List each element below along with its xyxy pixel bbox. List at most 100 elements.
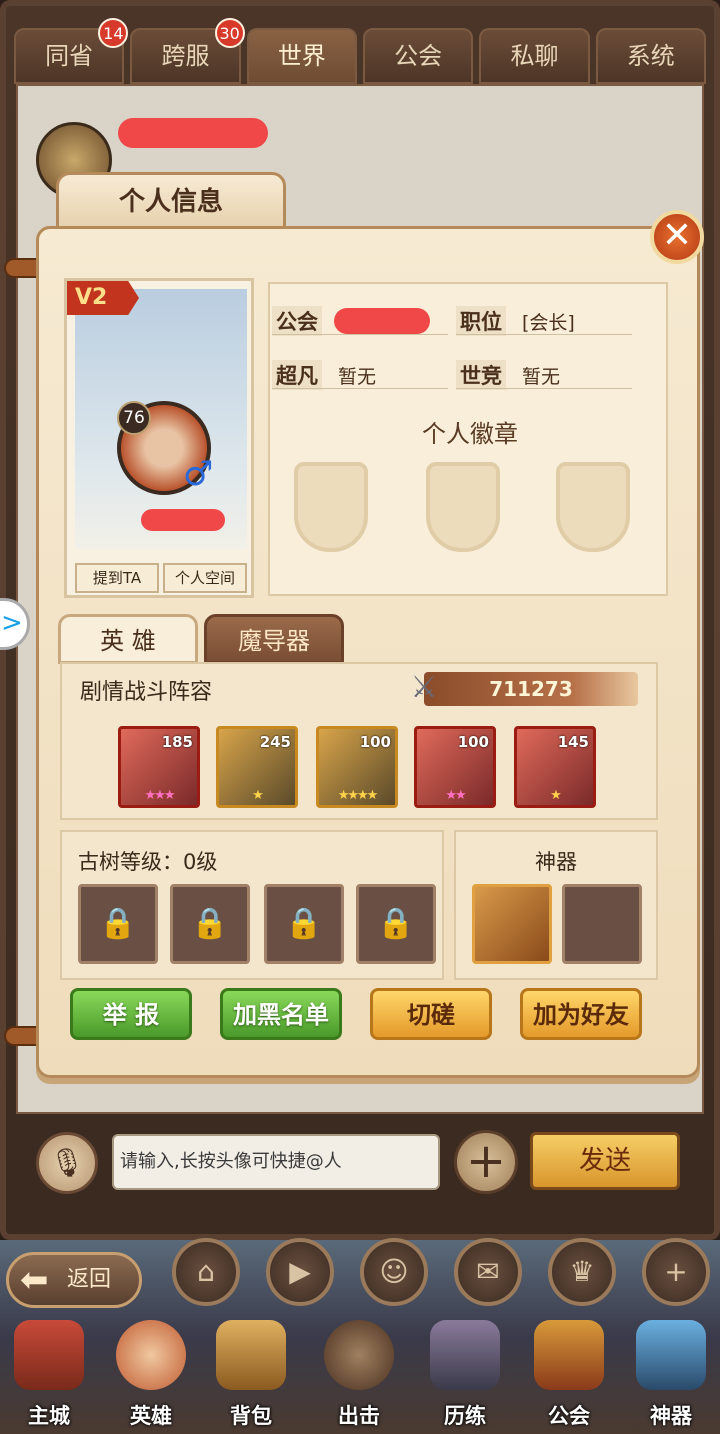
info-panel: 公会 职位 [会长] 超凡 暂无 世竞 暂无 个人徽章 xyxy=(268,282,668,596)
guild-label: 公会 xyxy=(272,306,322,336)
personal-space-button[interactable]: 个人空间 xyxy=(163,563,247,593)
nav-battle[interactable]: 出击 xyxy=(314,1320,404,1430)
locked-slot[interactable]: 🔒 xyxy=(78,884,158,964)
chaofan-value: 暂无 xyxy=(338,366,377,388)
report-button[interactable]: 举 报 xyxy=(70,988,192,1040)
nav-label: 主城 xyxy=(28,1404,70,1428)
artifact-crystal-icon xyxy=(636,1320,706,1390)
player-level: 76 xyxy=(117,401,151,435)
tab-label: 系统 xyxy=(626,42,675,70)
tab-world[interactable]: 世界 xyxy=(246,28,357,84)
position-label: 职位 xyxy=(456,306,506,336)
hero-slot[interactable]: 185 ★★★ xyxy=(118,726,200,808)
plus-icon[interactable]: + xyxy=(454,1130,518,1194)
artifact-title: 神器 xyxy=(535,850,577,874)
video-icon[interactable]: ▶ xyxy=(266,1238,334,1306)
divider xyxy=(272,334,448,335)
friends-icon[interactable]: ☺ xyxy=(360,1238,428,1306)
mention-button[interactable]: 提到TA xyxy=(75,563,159,593)
lock-icon: 🔒 xyxy=(99,906,137,941)
shijing-label: 世竞 xyxy=(456,360,506,390)
hero-level: 185 xyxy=(161,733,193,751)
hero-level: 100 xyxy=(457,733,489,751)
tab-label: 同省 xyxy=(45,42,94,70)
hero-slot[interactable]: 100 ★★ xyxy=(414,726,496,808)
nav-training[interactable]: 历练 xyxy=(420,1320,510,1430)
lineup-title: 剧情战斗阵容 xyxy=(80,680,213,705)
nav-label: 公会 xyxy=(548,1404,590,1428)
guild-shield-icon xyxy=(534,1320,604,1390)
nav-label: 背包 xyxy=(230,1404,272,1428)
combat-power: 711273 xyxy=(424,672,638,706)
unread-badge: 30 xyxy=(214,18,245,48)
send-button[interactable]: 发送 xyxy=(530,1132,680,1190)
locked-slot[interactable]: 🔒 xyxy=(356,884,436,964)
hero-stars: ★★ xyxy=(445,788,466,803)
redacted-name xyxy=(118,118,268,148)
empty-badge-icon xyxy=(426,462,500,552)
tab-cross-server[interactable]: 跨服 30 xyxy=(130,18,245,84)
lock-icon: 🔒 xyxy=(191,906,229,941)
hero-icon xyxy=(116,1320,186,1390)
badge-section-title: 个人徽章 xyxy=(422,420,518,448)
chat-input[interactable]: 请输入,长按头像可快捷@人 xyxy=(112,1134,440,1190)
nav-bag[interactable]: 背包 xyxy=(206,1320,296,1430)
blacklist-button[interactable]: 加黑名单 xyxy=(220,988,342,1040)
tab-label: 世界 xyxy=(277,42,326,70)
tab-province[interactable]: 同省 14 xyxy=(14,18,129,84)
hero-level: 245 xyxy=(259,733,291,751)
nav-label: 历练 xyxy=(444,1404,486,1428)
tab-magic-device[interactable]: 魔导器 xyxy=(204,614,344,664)
hero-stars: ★★★ xyxy=(144,788,176,803)
bag-icon xyxy=(216,1320,286,1390)
trophy-icon[interactable]: ♛ xyxy=(548,1238,616,1306)
locked-slot[interactable]: 🔒 xyxy=(170,884,250,964)
hero-stars: ★ xyxy=(550,788,562,803)
male-icon: ♂ xyxy=(183,454,214,494)
tab-heroes[interactable]: 英 雄 xyxy=(58,614,198,664)
duel-button[interactable]: 切磋 xyxy=(370,988,492,1040)
tab-label: 私聊 xyxy=(510,42,559,70)
nav-label: 出击 xyxy=(338,1404,380,1428)
redacted-guild xyxy=(334,308,430,334)
microphone-icon[interactable]: 🎙 xyxy=(36,1132,98,1194)
close-button[interactable]: ✕ xyxy=(650,210,704,264)
tree-level: 古树等级：0级 xyxy=(78,850,218,874)
redacted-player-name xyxy=(141,509,225,531)
hammer-artifact-icon[interactable] xyxy=(472,884,552,964)
add-friend-button[interactable]: 加为好友 xyxy=(520,988,642,1040)
empty-artifact-slot[interactable] xyxy=(562,884,642,964)
divider xyxy=(456,388,632,389)
plus-menu-icon[interactable]: + xyxy=(642,1238,710,1306)
nav-guild[interactable]: 公会 xyxy=(524,1320,614,1430)
home-icon[interactable]: ⌂ xyxy=(172,1238,240,1306)
nav-label: 神器 xyxy=(650,1404,692,1428)
chat-tabs: 同省 14 跨服 30 世界 公会 私聊 系统 xyxy=(14,18,706,84)
hero-slot[interactable]: 100 ★★★★ xyxy=(316,726,398,808)
hero-level: 145 xyxy=(557,733,589,751)
hero-level: 100 xyxy=(359,733,391,751)
hero-slot[interactable]: 145 ★ xyxy=(514,726,596,808)
shijing-value: 暂无 xyxy=(522,366,561,388)
tab-system[interactable]: 系统 xyxy=(595,28,706,84)
hero-stars: ★ xyxy=(252,788,264,803)
locked-slot[interactable]: 🔒 xyxy=(264,884,344,964)
nav-label: 英雄 xyxy=(130,1404,172,1428)
battle-swords-icon xyxy=(324,1320,394,1390)
hero-slot[interactable]: 245 ★ xyxy=(216,726,298,808)
unread-badge: 14 xyxy=(98,18,129,48)
mail-icon[interactable]: ✉ xyxy=(454,1238,522,1306)
tab-guild[interactable]: 公会 xyxy=(362,28,474,84)
position-value: [会长] xyxy=(522,312,575,334)
lock-icon: 🔒 xyxy=(285,906,323,941)
hero-stars: ★★★★ xyxy=(337,788,379,803)
tab-private[interactable]: 私聊 xyxy=(479,28,590,84)
empty-badge-icon xyxy=(556,462,630,552)
nav-heroes[interactable]: 英雄 xyxy=(106,1320,196,1430)
chaofan-label: 超凡 xyxy=(272,360,322,390)
vip-badge: V2 xyxy=(67,281,139,315)
nav-artifact[interactable]: 神器 xyxy=(626,1320,716,1430)
nav-main-city[interactable]: 主城 xyxy=(4,1320,94,1430)
tab-label: 跨服 xyxy=(161,42,210,70)
castle-icon xyxy=(14,1320,84,1390)
